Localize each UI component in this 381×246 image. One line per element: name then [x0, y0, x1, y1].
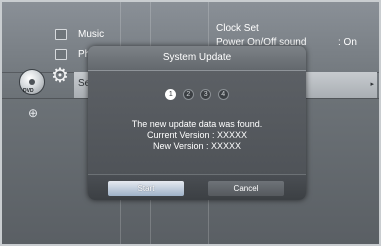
- system-update-dialog: System Update 1 2 3 4 The new update dat…: [88, 46, 306, 200]
- chevron-right-icon: ▸: [370, 81, 374, 88]
- new-version-text: New Version : XXXXX: [152, 141, 242, 151]
- clock-set-item[interactable]: Clock Set: [216, 23, 259, 34]
- cancel-button[interactable]: Cancel: [208, 181, 284, 196]
- dialog-title: System Update: [162, 52, 232, 63]
- dialog-title-bar: System Update: [88, 46, 306, 71]
- update-found-message: The new update data was found.: [131, 119, 263, 129]
- photo-icon: [55, 49, 67, 60]
- network-icon: ⊕: [28, 106, 39, 120]
- gear-icon[interactable]: ⚙: [51, 66, 69, 86]
- sidebar-item-music[interactable]: Music: [78, 29, 104, 40]
- dialog-button-bar: Start Cancel: [88, 174, 306, 200]
- step-2: 2: [182, 89, 194, 101]
- step-indicator: 1 2 3 4: [88, 86, 306, 104]
- disc-label: DVD: [23, 88, 34, 94]
- power-sound-value: : On: [338, 37, 357, 48]
- music-icon: [55, 29, 67, 40]
- start-button[interactable]: Start: [108, 181, 184, 196]
- step-3: 3: [200, 89, 212, 101]
- step-4: 4: [217, 89, 229, 101]
- current-version-text: Current Version : XXXXX: [146, 130, 248, 140]
- step-1: 1: [165, 89, 177, 101]
